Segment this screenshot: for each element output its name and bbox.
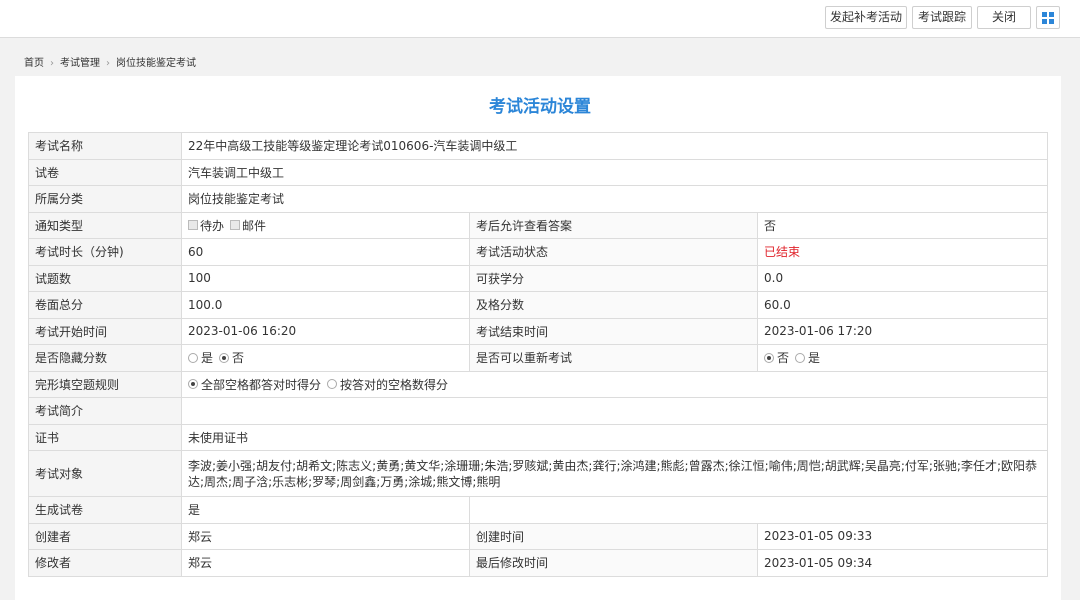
hide-score-value: 是否 bbox=[181, 344, 470, 372]
top-toolbar: 发起补考活动 考试跟踪 关闭 bbox=[0, 0, 1080, 38]
credit-value: 0.0 bbox=[757, 264, 1048, 292]
created-time-label: 创建时间 bbox=[469, 522, 758, 550]
hide-score-label: 是否隐藏分数 bbox=[28, 344, 182, 372]
view-answer-label: 考后允许查看答案 bbox=[469, 211, 758, 239]
table-row: 卷面总分 100.0 及格分数 60.0 bbox=[28, 291, 1048, 319]
targets-label: 考试对象 bbox=[28, 450, 182, 497]
creator-label: 创建者 bbox=[28, 522, 182, 550]
cloze-rule-label: 完形填空题规则 bbox=[28, 370, 182, 398]
exam-name-value: 22年中高级工技能等级鉴定理论考试010606-汽车装调中级工 bbox=[181, 132, 1048, 160]
cloze-rule-value: 全部空格都答对时得分 按答对的空格数得分 bbox=[181, 370, 1048, 398]
status-label: 考试活动状态 bbox=[469, 238, 758, 266]
cloze-option-per-blank: 按答对的空格数得分 bbox=[340, 377, 449, 392]
chevron-right-icon: › bbox=[50, 58, 54, 69]
radio-unchecked-icon[interactable] bbox=[795, 352, 806, 363]
retake-label: 是否可以重新考试 bbox=[469, 344, 758, 372]
empty-cell bbox=[469, 496, 1048, 524]
created-time-value: 2023-01-05 09:33 bbox=[757, 522, 1048, 550]
table-row: 试卷 汽车装调工中级工 bbox=[28, 158, 1048, 186]
certificate-label: 证书 bbox=[28, 423, 182, 451]
notify-option-todo: 待办 bbox=[200, 218, 225, 233]
cloze-option-all-correct: 全部空格都答对时得分 bbox=[201, 377, 322, 392]
modifier-value: 郑云 bbox=[181, 549, 470, 577]
table-row: 试题数 100 可获学分 0.0 bbox=[28, 264, 1048, 292]
pass-score-value: 60.0 bbox=[757, 291, 1048, 319]
modified-time-value: 2023-01-05 09:34 bbox=[757, 549, 1048, 577]
pass-score-label: 及格分数 bbox=[469, 291, 758, 319]
end-time-label: 考试结束时间 bbox=[469, 317, 758, 345]
checkbox-checked-icon[interactable] bbox=[188, 219, 198, 230]
retake-no: 否 bbox=[777, 351, 790, 366]
duration-label: 考试时长（分钟) bbox=[28, 238, 182, 266]
certificate-value: 未使用证书 bbox=[181, 423, 1048, 451]
start-time-label: 考试开始时间 bbox=[28, 317, 182, 345]
category-label: 所属分类 bbox=[28, 185, 182, 213]
targets-value: 李波;姜小强;胡友付;胡希文;陈志义;黄勇;黄文华;涂珊珊;朱浩;罗赅斌;黄由杰… bbox=[181, 450, 1048, 497]
modified-time-label: 最后修改时间 bbox=[469, 549, 758, 577]
table-row: 所属分类 岗位技能鉴定考试 bbox=[28, 185, 1048, 213]
breadcrumb-current: 岗位技能鉴定考试 bbox=[116, 58, 196, 69]
table-row: 生成试卷 是 bbox=[28, 496, 1048, 524]
generate-paper-value: 是 bbox=[181, 496, 470, 524]
breadcrumb-exam-management[interactable]: 考试管理 bbox=[60, 58, 100, 69]
duration-value: 60 bbox=[181, 238, 470, 266]
paper-label: 试卷 bbox=[28, 158, 182, 186]
table-row: 创建者 郑云 创建时间 2023-01-05 09:33 bbox=[28, 522, 1048, 550]
notify-type-value: 待办 邮件 bbox=[181, 211, 470, 239]
start-makeup-exam-button[interactable]: 发起补考活动 bbox=[825, 6, 907, 29]
total-score-label: 卷面总分 bbox=[28, 291, 182, 319]
table-row: 完形填空题规则 全部空格都答对时得分 按答对的空格数得分 bbox=[28, 370, 1048, 398]
table-row: 修改者 郑云 最后修改时间 2023-01-05 09:34 bbox=[28, 549, 1048, 577]
intro-value bbox=[181, 397, 1048, 425]
checkbox-checked-icon[interactable] bbox=[230, 219, 241, 230]
notify-option-email: 邮件 bbox=[242, 218, 267, 233]
paper-value: 汽车装调工中级工 bbox=[181, 158, 1048, 186]
exam-settings-table: 考试名称 22年中高级工技能等级鉴定理论考试010606-汽车装调中级工 试卷 … bbox=[28, 132, 1048, 577]
notify-type-label: 通知类型 bbox=[28, 211, 182, 239]
chevron-right-icon: › bbox=[106, 58, 110, 69]
page-title: 考试活动设置 bbox=[489, 97, 591, 117]
question-count-value: 100 bbox=[181, 264, 470, 292]
status-value: 已结束 bbox=[757, 238, 1048, 266]
radio-unchecked-icon[interactable] bbox=[188, 352, 198, 363]
retake-yes: 是 bbox=[808, 351, 821, 366]
table-row: 证书 未使用证书 bbox=[28, 423, 1048, 451]
creator-value: 郑云 bbox=[181, 522, 470, 550]
start-time-value: 2023-01-06 16:20 bbox=[181, 317, 470, 345]
total-score-value: 100.0 bbox=[181, 291, 470, 319]
hide-score-yes: 是 bbox=[201, 351, 214, 366]
table-row: 考试简介 bbox=[28, 397, 1048, 425]
breadcrumb: 首页 › 考试管理 › 岗位技能鉴定考试 bbox=[24, 54, 196, 69]
exam-tracking-button[interactable]: 考试跟踪 bbox=[912, 6, 972, 29]
radio-checked-icon[interactable] bbox=[764, 352, 774, 363]
table-row: 考试开始时间 2023-01-06 16:20 考试结束时间 2023-01-0… bbox=[28, 317, 1048, 345]
table-row: 考试名称 22年中高级工技能等级鉴定理论考试010606-汽车装调中级工 bbox=[28, 132, 1048, 160]
breadcrumb-home[interactable]: 首页 bbox=[24, 58, 44, 69]
radio-unchecked-icon[interactable] bbox=[327, 379, 338, 390]
radio-checked-icon[interactable] bbox=[188, 379, 198, 390]
close-button[interactable]: 关闭 bbox=[977, 6, 1031, 29]
table-row: 是否隐藏分数 是否 是否可以重新考试 否是 bbox=[28, 344, 1048, 372]
table-row: 考试时长（分钟) 60 考试活动状态 已结束 bbox=[28, 238, 1048, 266]
generate-paper-label: 生成试卷 bbox=[28, 496, 182, 524]
category-value: 岗位技能鉴定考试 bbox=[181, 185, 1048, 213]
table-row: 通知类型 待办 邮件 考后允许查看答案 否 bbox=[28, 211, 1048, 239]
retake-value: 否是 bbox=[757, 344, 1048, 372]
credit-label: 可获学分 bbox=[469, 264, 758, 292]
table-row: 考试对象 李波;姜小强;胡友付;胡希文;陈志义;黄勇;黄文华;涂珊珊;朱浩;罗赅… bbox=[28, 450, 1048, 497]
exam-name-label: 考试名称 bbox=[28, 132, 182, 160]
hide-score-no: 否 bbox=[232, 351, 245, 366]
end-time-value: 2023-01-06 17:20 bbox=[757, 317, 1048, 345]
modifier-label: 修改者 bbox=[28, 549, 182, 577]
grid-menu-button[interactable] bbox=[1036, 6, 1060, 29]
intro-label: 考试简介 bbox=[28, 397, 182, 425]
radio-checked-icon[interactable] bbox=[219, 352, 230, 363]
view-answer-value: 否 bbox=[757, 211, 1048, 239]
question-count-label: 试题数 bbox=[28, 264, 182, 292]
